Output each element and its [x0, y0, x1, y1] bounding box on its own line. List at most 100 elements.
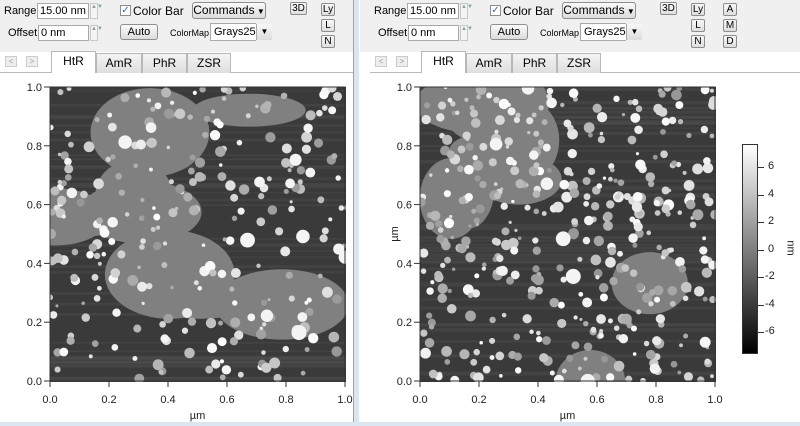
colormap-select[interactable]: Grays256	[580, 23, 632, 41]
side-button-a[interactable]: A	[723, 3, 737, 16]
particle	[590, 254, 602, 266]
particle	[81, 301, 85, 305]
colormap-select[interactable]: Grays256	[210, 23, 262, 41]
particle	[187, 114, 193, 120]
particle	[661, 204, 671, 214]
colorbar-checkbox[interactable]: ✓	[120, 5, 131, 16]
offset-input[interactable]: 0 nm	[408, 25, 459, 41]
particle	[515, 112, 521, 118]
particle	[163, 108, 175, 119]
auto-button[interactable]: Auto	[120, 24, 158, 40]
particle	[283, 188, 289, 195]
colorbar-tick-label: 0	[768, 242, 775, 255]
range-label: Range	[4, 5, 37, 17]
particle	[61, 214, 66, 219]
particle	[219, 359, 225, 364]
particle	[321, 105, 328, 111]
particle	[542, 143, 551, 152]
particle	[430, 210, 441, 221]
particle	[700, 125, 709, 134]
3d-button[interactable]: 3D	[290, 2, 307, 15]
auto-button[interactable]: Auto	[490, 24, 528, 40]
nav-next-button[interactable]: >	[396, 56, 408, 67]
commands-label: Commands	[563, 3, 625, 17]
x-axis-label: µm	[190, 410, 206, 422]
particle	[127, 274, 139, 286]
range-spinner[interactable]: ▲▼	[460, 3, 473, 19]
colormap-dropdown-icon[interactable]: ▼	[626, 24, 642, 40]
nav-prev-button[interactable]: <	[5, 56, 17, 67]
particle	[533, 162, 540, 169]
tab-htr[interactable]: HtR	[51, 51, 96, 73]
particle	[671, 160, 677, 166]
y-tick-label: 0.0	[397, 376, 412, 388]
particle	[679, 343, 683, 348]
particle	[669, 300, 676, 307]
offset-spinner[interactable]: ▲▼	[460, 25, 473, 41]
range-spinner[interactable]: ▲▼	[90, 3, 103, 19]
side-button-m[interactable]: M	[723, 19, 737, 32]
particle	[675, 256, 685, 267]
particle	[282, 345, 289, 353]
particle	[181, 327, 189, 334]
side-button-n[interactable]: N	[321, 35, 335, 48]
side-button-ly[interactable]: Ly	[321, 3, 335, 16]
particle	[420, 329, 428, 337]
nav-next-button[interactable]: >	[26, 56, 38, 67]
nav-prev-button[interactable]: <	[375, 56, 387, 67]
particle	[656, 244, 662, 251]
particle	[115, 173, 122, 180]
particle	[683, 180, 695, 191]
particle	[442, 134, 453, 145]
colormap-dropdown-icon[interactable]: ▼	[256, 24, 272, 40]
particle	[426, 312, 433, 319]
tab-amr[interactable]: AmR	[466, 53, 512, 73]
particle	[587, 132, 593, 138]
commands-button[interactable]: Commands ▼	[562, 2, 636, 19]
particle	[237, 207, 245, 215]
particle	[317, 196, 325, 204]
tab-amr[interactable]: AmR	[96, 53, 142, 73]
afm-height-image-left[interactable]	[50, 87, 346, 382]
large-particle	[700, 255, 710, 264]
particle	[464, 164, 474, 175]
particle	[493, 182, 498, 186]
afm-height-image-right[interactable]	[420, 87, 716, 382]
commands-button[interactable]: Commands ▼	[192, 2, 266, 19]
range-input[interactable]: 15.00 nm	[37, 3, 89, 19]
particle	[93, 295, 101, 302]
particle	[161, 261, 168, 268]
tab-phr[interactable]: PhR	[512, 53, 557, 73]
side-button-ly[interactable]: Ly	[691, 3, 705, 16]
particle	[652, 154, 658, 160]
particle	[97, 261, 102, 266]
particle	[57, 89, 64, 96]
range-input[interactable]: 15.00 nm	[407, 3, 459, 19]
tab-zsr[interactable]: ZSR	[187, 53, 231, 73]
3d-button[interactable]: 3D	[660, 2, 677, 15]
x-tick-label: 0.6	[219, 394, 234, 406]
tab-htr[interactable]: HtR	[421, 51, 466, 73]
panel-divider[interactable]	[353, 0, 359, 426]
particle	[465, 310, 476, 322]
side-button-d[interactable]: D	[723, 35, 737, 48]
tab-zsr[interactable]: ZSR	[557, 53, 601, 73]
particle	[566, 354, 574, 362]
side-button-n[interactable]: N	[691, 35, 705, 48]
particle	[614, 194, 621, 200]
side-button-l[interactable]: L	[321, 19, 335, 32]
particle	[497, 265, 508, 277]
particle	[556, 264, 564, 272]
particle	[631, 201, 643, 213]
particle	[430, 280, 435, 285]
particle	[133, 324, 142, 333]
tab-phr[interactable]: PhR	[142, 53, 187, 73]
offset-spinner[interactable]: ▲▼	[90, 25, 103, 41]
particle	[70, 273, 79, 282]
colorbar-checkbox[interactable]: ✓	[490, 5, 501, 16]
side-button-l[interactable]: L	[691, 19, 705, 32]
particle	[146, 137, 157, 149]
particle	[107, 122, 117, 132]
colorbar-tick-label: -2	[765, 270, 775, 282]
offset-input[interactable]: 0 nm	[38, 25, 89, 41]
